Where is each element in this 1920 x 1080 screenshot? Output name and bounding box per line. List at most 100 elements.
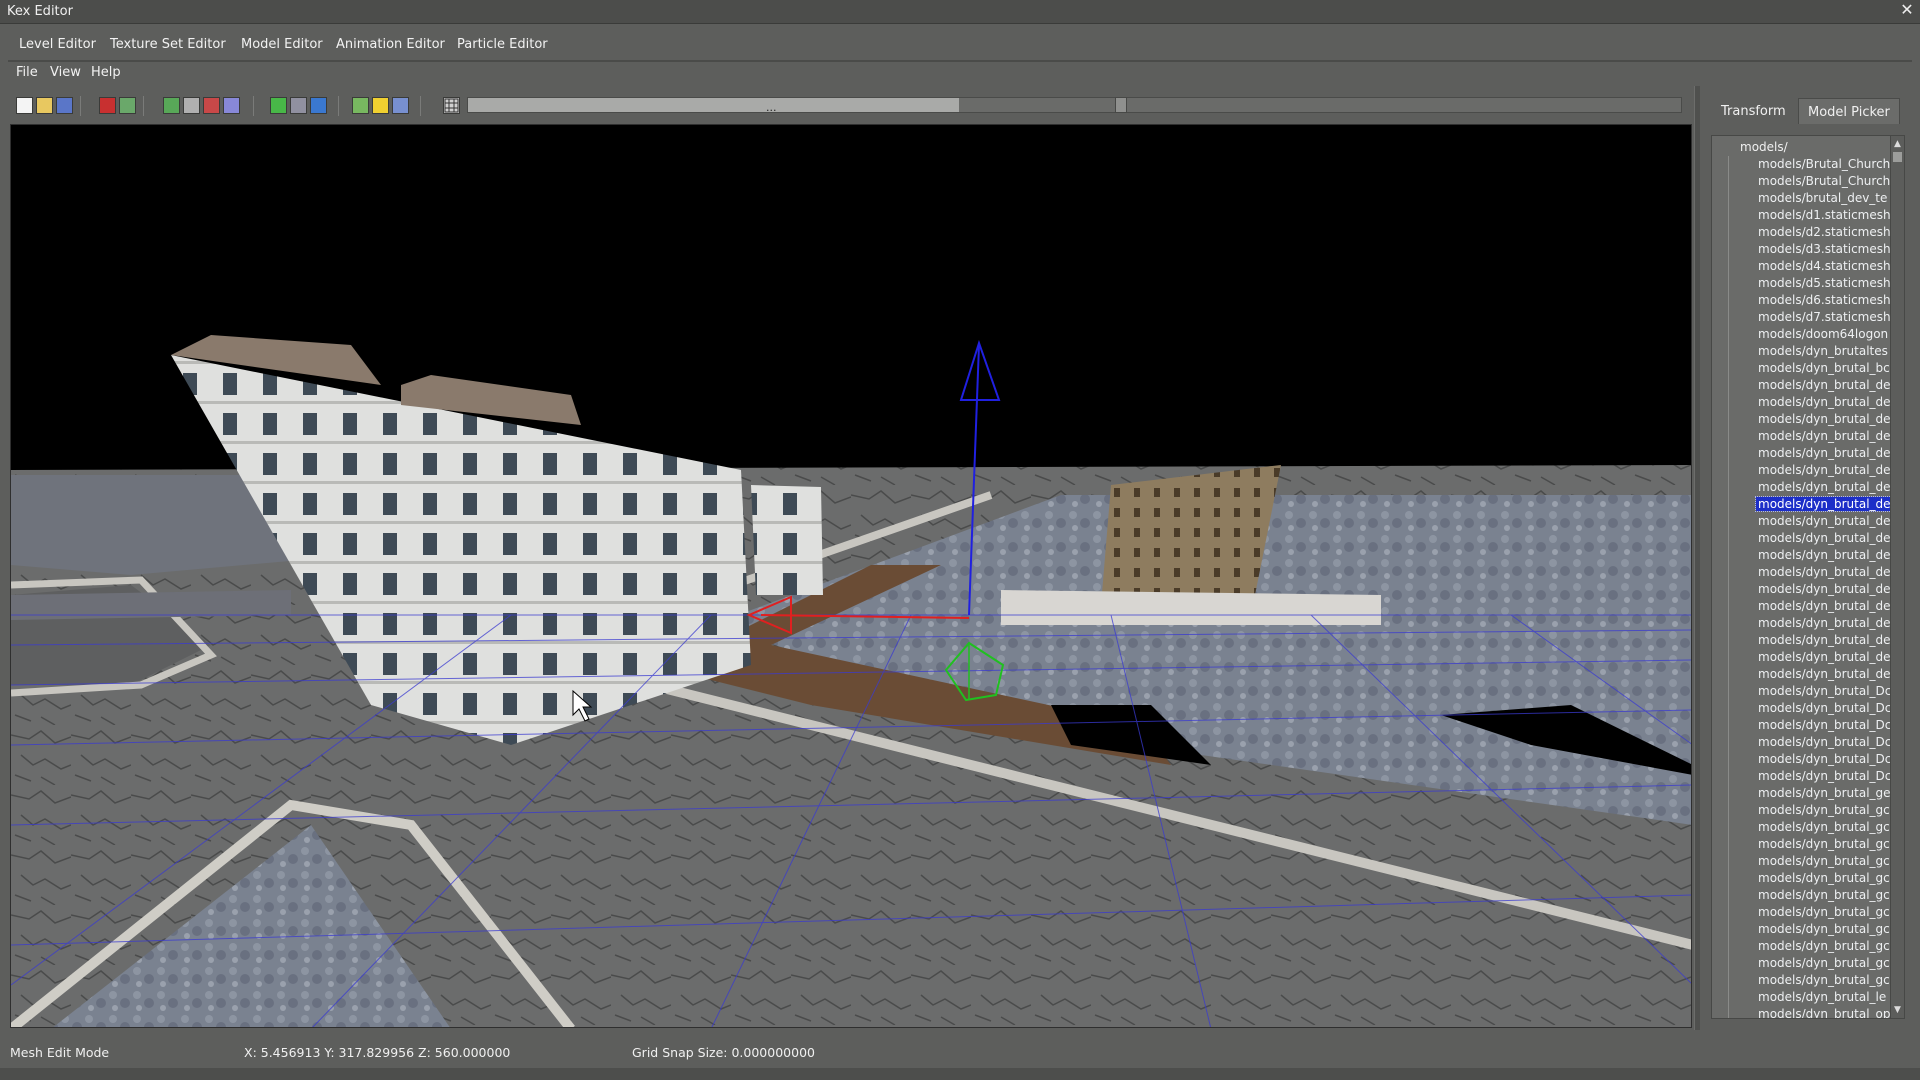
- close-icon[interactable]: ✕: [1898, 1, 1916, 19]
- light-icon[interactable]: [372, 97, 389, 114]
- tiles-icon[interactable]: [392, 97, 409, 114]
- delete-icon[interactable]: [203, 97, 220, 114]
- model-list-item[interactable]: models/d1.staticmesh: [1712, 207, 1892, 224]
- model-list-item[interactable]: models/dyn_brutal_gc: [1712, 853, 1892, 870]
- model-list-item-label: models/dyn_brutal_de: [1758, 378, 1891, 392]
- model-list-item[interactable]: models/dyn_brutal_de: [1712, 564, 1892, 581]
- model-list-item[interactable]: models/d2.staticmesh: [1712, 224, 1892, 241]
- tab-model-editor[interactable]: Model Editor: [241, 37, 323, 61]
- model-list-item[interactable]: models/dyn_brutal_gc: [1712, 938, 1892, 955]
- globe-icon[interactable]: [310, 97, 327, 114]
- model-list-item[interactable]: models/d4.staticmesh: [1712, 258, 1892, 275]
- model-list-item[interactable]: models/dyn_brutal_de: [1712, 649, 1892, 666]
- model-list-item[interactable]: models/Brutal_Church: [1712, 173, 1892, 190]
- model-picker-tree: models/ models/Brutal_Church models/Bruta…: [1711, 135, 1905, 1019]
- model-list-item[interactable]: models/Brutal_Church: [1712, 156, 1892, 173]
- model-list-item-label: models/dyn_brutal_Dc: [1758, 718, 1892, 732]
- model-list-item[interactable]: models/dyn_brutal_gc: [1712, 921, 1892, 938]
- model-list-item-label: models/dyn_brutal_gc: [1758, 803, 1890, 817]
- model-list-item[interactable]: models/dyn_brutal_Dc: [1712, 717, 1892, 734]
- model-list-item[interactable]: models/dyn_brutal_Dc: [1712, 734, 1892, 751]
- model-list-item[interactable]: models/dyn_brutal_de: [1712, 581, 1892, 598]
- model-list-item[interactable]: models/dyn_brutal_de: [1712, 530, 1892, 547]
- model-list-item[interactable]: models/dyn_brutal_gc: [1712, 870, 1892, 887]
- cross-icon[interactable]: [223, 97, 240, 114]
- model-list-item[interactable]: models/dyn_brutal_gc: [1712, 972, 1892, 989]
- model-list-item[interactable]: models/dyn_brutal_Dc: [1712, 768, 1892, 785]
- model-list-item[interactable]: models/dyn_brutal_de: [1712, 513, 1892, 530]
- tree-root-folder[interactable]: models/: [1740, 140, 1788, 154]
- model-list-item[interactable]: models/dyn_brutal_bc: [1712, 360, 1892, 377]
- menu-file[interactable]: File: [16, 65, 38, 80]
- tree-green-icon[interactable]: [270, 97, 287, 114]
- model-list-item[interactable]: models/dyn_brutal_gc: [1712, 955, 1892, 972]
- model-list-item[interactable]: models/dyn_brutal_de: [1712, 615, 1892, 632]
- model-list-item[interactable]: models/dyn_brutal_de: [1712, 598, 1892, 615]
- tab-transform[interactable]: Transform: [1712, 98, 1795, 124]
- model-list-item[interactable]: models/dyn_brutal_de: [1712, 445, 1892, 462]
- layers-icon[interactable]: [183, 97, 200, 114]
- model-list-item-label: models/Brutal_Church: [1758, 157, 1891, 171]
- model-list-item-label: models/dyn_brutal_Dc: [1758, 701, 1892, 715]
- new-file-icon[interactable]: [16, 97, 33, 114]
- tree-icon[interactable]: [163, 97, 180, 114]
- panel-splitter[interactable]: [1694, 86, 1700, 1030]
- model-list-item[interactable]: models/brutal_dev_te: [1712, 190, 1892, 207]
- gizmo-y-cone[interactable]: [959, 339, 1001, 401]
- tab-level-editor[interactable]: Level Editor: [19, 37, 96, 61]
- model-list-item[interactable]: models/dyn_brutal_de: [1712, 462, 1892, 479]
- model-list-item[interactable]: models/dyn_brutal_de: [1712, 479, 1892, 496]
- model-list-item[interactable]: models/dyn_brutal_de: [1712, 632, 1892, 649]
- slider-fill: [468, 98, 959, 112]
- model-list-item[interactable]: models/dyn_brutal_Dc: [1712, 751, 1892, 768]
- cube-add-icon[interactable]: [99, 97, 116, 114]
- tab-particle-editor[interactable]: Particle Editor: [457, 37, 548, 61]
- model-list-item[interactable]: models/dyn_brutal_de: [1712, 666, 1892, 683]
- image-icon[interactable]: [119, 97, 136, 114]
- scroll-thumb[interactable]: [1893, 152, 1902, 162]
- model-list-item[interactable]: models/dyn_brutal_gc: [1712, 819, 1892, 836]
- open-folder-icon[interactable]: [36, 97, 53, 114]
- toolbar-separator: [80, 96, 81, 116]
- model-list-item[interactable]: models/dyn_brutal_gc: [1712, 836, 1892, 853]
- model-list-item[interactable]: models/dyn_brutal_gc: [1712, 887, 1892, 904]
- model-list-item-label: models/dyn_brutal_de: [1758, 480, 1891, 494]
- model-list-item-label: models/d1.staticmesh: [1758, 208, 1891, 222]
- tab-animation-editor[interactable]: Animation Editor: [336, 37, 445, 61]
- model-list-item[interactable]: models/dyn_brutal_de: [1712, 428, 1892, 445]
- model-list-item[interactable]: models/dyn_brutal_de: [1712, 377, 1892, 394]
- tab-model-picker[interactable]: Model Picker: [1798, 98, 1900, 124]
- scroll-up-icon[interactable]: ▲: [1892, 138, 1903, 150]
- model-list-item[interactable]: models/d6.staticmesh: [1712, 292, 1892, 309]
- model-list-item[interactable]: models/dyn_brutal_Dc: [1712, 683, 1892, 700]
- grid-icon[interactable]: [443, 97, 460, 114]
- model-list-item[interactable]: models/dyn_brutal_gc: [1712, 904, 1892, 921]
- folder-image-icon[interactable]: [352, 97, 369, 114]
- save-icon[interactable]: [56, 97, 73, 114]
- model-list-item[interactable]: models/d3.staticmesh: [1712, 241, 1892, 258]
- model-list-item[interactable]: models/doom64logon: [1712, 326, 1892, 343]
- timeline-slider[interactable]: [467, 97, 1682, 113]
- slider-handle[interactable]: [1115, 97, 1127, 113]
- model-list-item[interactable]: models/dyn_brutal_op: [1712, 1006, 1892, 1018]
- model-list-item[interactable]: models/dyn_brutal_le: [1712, 989, 1892, 1006]
- model-list-item-label: models/dyn_brutal_gc: [1758, 956, 1890, 970]
- model-list-item[interactable]: models/d7.staticmesh: [1712, 309, 1892, 326]
- menu-view[interactable]: View: [50, 65, 81, 80]
- scroll-down-icon[interactable]: ▼: [1892, 1004, 1903, 1016]
- model-list-item[interactable]: models/dyn_brutal_de: [1712, 496, 1892, 513]
- model-list-item[interactable]: models/dyn_brutal_de: [1712, 394, 1892, 411]
- model-list-item[interactable]: models/dyn_brutal_ge: [1712, 785, 1892, 802]
- model-list-item[interactable]: models/dyn_brutal_de: [1712, 411, 1892, 428]
- model-list-item[interactable]: models/dyn_brutal_Dc: [1712, 700, 1892, 717]
- model-list-item[interactable]: models/dyn_brutal_de: [1712, 547, 1892, 564]
- model-list-item[interactable]: models/d5.staticmesh: [1712, 275, 1892, 292]
- model-list-item[interactable]: models/dyn_brutal_gc: [1712, 802, 1892, 819]
- vertical-scrollbar[interactable]: ▲ ▼: [1890, 136, 1904, 1018]
- model-list-item[interactable]: models/dyn_brutaltes: [1712, 343, 1892, 360]
- menu-help[interactable]: Help: [91, 65, 121, 80]
- stack-icon[interactable]: [290, 97, 307, 114]
- model-list-item-label: models/doom64logon: [1758, 327, 1889, 341]
- tab-texture-set-editor[interactable]: Texture Set Editor: [110, 37, 226, 61]
- 3d-viewport[interactable]: [10, 124, 1692, 1028]
